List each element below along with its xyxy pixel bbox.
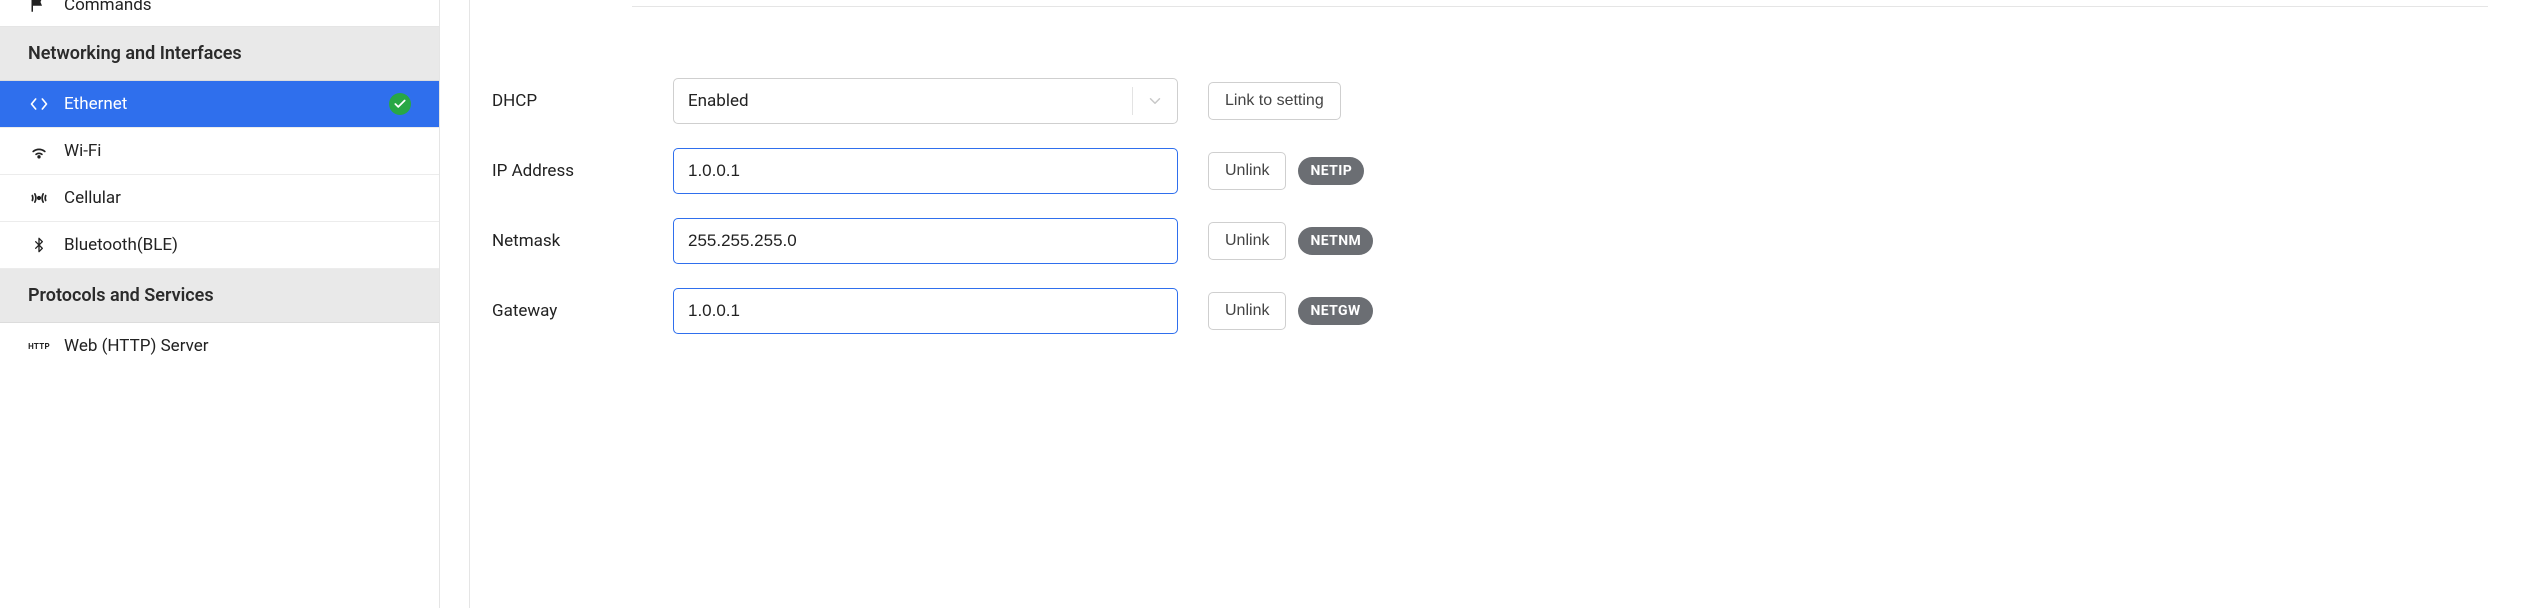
- badge-netgw: NETGW: [1298, 297, 1372, 325]
- sidebar-item-wifi[interactable]: Wi-Fi: [0, 128, 439, 175]
- select-separator: [1132, 87, 1133, 115]
- label-ip: IP Address: [492, 161, 673, 181]
- ethernet-form: DHCP Enabled Link to setting IP Addr: [492, 78, 2488, 334]
- sidebar-item-cellular[interactable]: Cellular: [0, 175, 439, 222]
- badge-netip: NETIP: [1298, 157, 1364, 185]
- row-gateway: Gateway Unlink NETGW: [492, 288, 2488, 334]
- section-title: Networking and Interfaces: [28, 43, 242, 64]
- status-ok-icon: [389, 93, 411, 115]
- panel-top-border: [632, 6, 2488, 7]
- dhcp-select-value: Enabled: [688, 91, 749, 111]
- sidebar-item-label: Ethernet: [64, 94, 127, 114]
- row-dhcp: DHCP Enabled Link to setting: [492, 78, 2488, 124]
- sidebar-item-http-server[interactable]: HTTP Web (HTTP) Server: [0, 323, 439, 369]
- sidebar-item-ethernet[interactable]: Ethernet: [0, 81, 439, 128]
- flag-icon: [28, 0, 50, 16]
- netmask-input[interactable]: [673, 218, 1178, 264]
- label-dhcp: DHCP: [492, 91, 673, 111]
- unlink-netmask-button[interactable]: Unlink: [1208, 222, 1286, 260]
- sidebar-section-protocols: Protocols and Services: [0, 269, 439, 323]
- sidebar-item-label: Web (HTTP) Server: [64, 336, 209, 356]
- main-panel: DHCP Enabled Link to setting IP Addr: [470, 0, 2528, 608]
- ip-actions: Unlink NETIP: [1208, 152, 1364, 190]
- sidebar: Commands Networking and Interfaces Ether…: [0, 0, 440, 608]
- sidebar-section-networking: Networking and Interfaces: [0, 27, 439, 81]
- label-gateway: Gateway: [492, 301, 673, 321]
- row-netmask: Netmask Unlink NETNM: [492, 218, 2488, 264]
- sidebar-item-label: Wi-Fi: [64, 141, 101, 161]
- bluetooth-icon: [28, 234, 50, 256]
- label-netmask: Netmask: [492, 231, 673, 251]
- chevron-down-icon: [1145, 91, 1165, 111]
- section-title: Protocols and Services: [28, 285, 214, 306]
- gateway-actions: Unlink NETGW: [1208, 292, 1373, 330]
- gateway-input[interactable]: [673, 288, 1178, 334]
- row-ip: IP Address Unlink NETIP: [492, 148, 2488, 194]
- badge-netnm: NETNM: [1298, 227, 1373, 255]
- wifi-icon: [28, 140, 50, 162]
- sidebar-item-label: Commands: [64, 0, 152, 15]
- dhcp-actions: Link to setting: [1208, 82, 1341, 120]
- sidebar-item-bluetooth[interactable]: Bluetooth(BLE): [0, 222, 439, 269]
- sidebar-item-commands[interactable]: Commands: [0, 0, 439, 27]
- ethernet-icon: [28, 93, 50, 115]
- unlink-gateway-button[interactable]: Unlink: [1208, 292, 1286, 330]
- content-divider: [440, 0, 470, 608]
- link-to-setting-button[interactable]: Link to setting: [1208, 82, 1341, 120]
- sidebar-item-label: Bluetooth(BLE): [64, 235, 178, 255]
- netmask-actions: Unlink NETNM: [1208, 222, 1373, 260]
- cellular-icon: [28, 187, 50, 209]
- ip-address-input[interactable]: [673, 148, 1178, 194]
- sidebar-item-label: Cellular: [64, 188, 121, 208]
- http-icon: HTTP: [28, 335, 50, 357]
- dhcp-select[interactable]: Enabled: [673, 78, 1178, 124]
- app-root: Commands Networking and Interfaces Ether…: [0, 0, 2528, 608]
- unlink-ip-button[interactable]: Unlink: [1208, 152, 1286, 190]
